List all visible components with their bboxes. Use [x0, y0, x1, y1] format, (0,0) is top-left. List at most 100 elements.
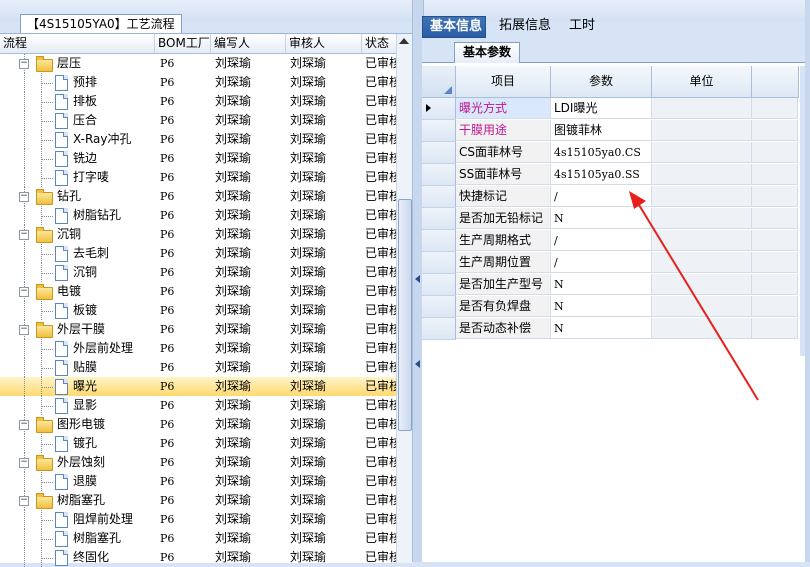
- param-unit-cell[interactable]: [652, 318, 752, 339]
- param-value-cell[interactable]: 4s15105ya0.CS: [551, 142, 652, 163]
- param-unit-cell[interactable]: [652, 230, 752, 251]
- tree-row[interactable]: − 外层干膜 P6 刘琛瑜 刘琛瑜 已审核: [0, 320, 396, 339]
- param-unit-cell[interactable]: [652, 98, 752, 119]
- header-reviewer[interactable]: 审核人: [286, 34, 362, 53]
- tree-row[interactable]: 打字唛 P6 刘琛瑜 刘琛瑜 已审核: [0, 168, 396, 187]
- param-name-cell[interactable]: SS面菲林号: [456, 164, 551, 185]
- param-value-cell[interactable]: 4s15105ya0.SS: [551, 164, 652, 185]
- param-name-cell[interactable]: 是否动态补偿: [456, 318, 551, 339]
- tree-row[interactable]: 贴膜 P6 刘琛瑜 刘琛瑜 已审核: [0, 358, 396, 377]
- tree-row[interactable]: 曝光 P6 刘琛瑜 刘琛瑜 已审核: [0, 377, 396, 396]
- tree-row[interactable]: 显影 P6 刘琛瑜 刘琛瑜 已审核: [0, 396, 396, 415]
- row-header[interactable]: [422, 208, 456, 230]
- param-value-cell[interactable]: /: [551, 186, 652, 207]
- row-header[interactable]: [422, 252, 456, 274]
- param-unit-cell[interactable]: [652, 208, 752, 229]
- param-row[interactable]: CS面菲林号 4s15105ya0.CS: [422, 142, 798, 164]
- collapse-icon[interactable]: −: [19, 420, 29, 430]
- collapse-icon[interactable]: −: [19, 496, 29, 506]
- grid-header-unit[interactable]: 单位: [652, 66, 752, 98]
- tree-row[interactable]: 退膜 P6 刘琛瑜 刘琛瑜 已审核: [0, 472, 396, 491]
- param-row[interactable]: 是否加无铅标记 N: [422, 208, 798, 230]
- param-name-cell[interactable]: 是否有负焊盘: [456, 296, 551, 317]
- tree-row[interactable]: − 树脂塞孔 P6 刘琛瑜 刘琛瑜 已审核: [0, 491, 396, 510]
- collapse-icon[interactable]: −: [19, 230, 29, 240]
- param-value-cell[interactable]: 图镀菲林: [551, 120, 652, 141]
- row-header[interactable]: [422, 186, 456, 208]
- header-process[interactable]: 流程: [0, 34, 155, 53]
- scroll-up-icon[interactable]: [399, 38, 409, 44]
- param-value-cell[interactable]: N: [551, 318, 652, 339]
- param-unit-cell[interactable]: [652, 186, 752, 207]
- param-unit-cell[interactable]: [652, 252, 752, 273]
- tree-row[interactable]: 树脂钻孔 P6 刘琛瑜 刘琛瑜 已审核: [0, 206, 396, 225]
- param-name-cell[interactable]: 曝光方式: [456, 98, 551, 119]
- param-name-cell[interactable]: CS面菲林号: [456, 142, 551, 163]
- tab-work-hours[interactable]: 工时: [562, 16, 604, 38]
- param-row[interactable]: 是否有负焊盘 N: [422, 296, 798, 318]
- header-bom-factory[interactable]: BOM工厂: [155, 34, 211, 53]
- collapse-icon[interactable]: −: [19, 458, 29, 468]
- param-name-cell[interactable]: 是否加无铅标记: [456, 208, 551, 229]
- grid-header-param[interactable]: 参数: [551, 66, 652, 98]
- tree-row[interactable]: 排板 P6 刘琛瑜 刘琛瑜 已审核: [0, 92, 396, 111]
- collapse-icon[interactable]: −: [19, 192, 29, 202]
- tree-row[interactable]: 外层前处理 P6 刘琛瑜 刘琛瑜 已审核: [0, 339, 396, 358]
- tree-row[interactable]: 沉铜 P6 刘琛瑜 刘琛瑜 已审核: [0, 263, 396, 282]
- row-header[interactable]: [422, 296, 456, 318]
- grid-corner[interactable]: [422, 66, 456, 98]
- param-unit-cell[interactable]: [652, 142, 752, 163]
- tree-row[interactable]: 去毛刺 P6 刘琛瑜 刘琛瑜 已审核: [0, 244, 396, 263]
- param-value-cell[interactable]: /: [551, 252, 652, 273]
- param-row[interactable]: 是否动态补偿 N: [422, 318, 798, 340]
- tree-row[interactable]: 终固化 P6 刘琛瑜 刘琛瑜 已审核: [0, 548, 396, 567]
- row-header[interactable]: [422, 274, 456, 296]
- tree-row[interactable]: − 钻孔 P6 刘琛瑜 刘琛瑜 已审核: [0, 187, 396, 206]
- tree-row[interactable]: − 沉铜 P6 刘琛瑜 刘琛瑜 已审核: [0, 225, 396, 244]
- tree-row[interactable]: − 外层蚀刻 P6 刘琛瑜 刘琛瑜 已审核: [0, 453, 396, 472]
- param-name-cell[interactable]: 生产周期位置: [456, 252, 551, 273]
- collapse-icon[interactable]: −: [19, 287, 29, 297]
- param-value-cell[interactable]: N: [551, 296, 652, 317]
- tree-row[interactable]: 压合 P6 刘琛瑜 刘琛瑜 已审核: [0, 111, 396, 130]
- param-unit-cell[interactable]: [652, 120, 752, 141]
- row-header[interactable]: [422, 98, 456, 120]
- tree-row[interactable]: 树脂塞孔 P6 刘琛瑜 刘琛瑜 已审核: [0, 529, 396, 548]
- param-unit-cell[interactable]: [652, 296, 752, 317]
- param-row[interactable]: 是否加生产型号 N: [422, 274, 798, 296]
- grid-header-item[interactable]: 项目: [456, 66, 551, 98]
- param-unit-cell[interactable]: [652, 274, 752, 295]
- param-value-cell[interactable]: LDI曝光: [551, 98, 652, 119]
- param-unit-cell[interactable]: [652, 164, 752, 185]
- param-value-cell[interactable]: /: [551, 230, 652, 251]
- collapse-icon[interactable]: −: [19, 59, 29, 69]
- param-row[interactable]: 生产周期位置 /: [422, 252, 798, 274]
- row-header[interactable]: [422, 318, 456, 340]
- param-row[interactable]: SS面菲林号 4s15105ya0.SS: [422, 164, 798, 186]
- param-value-cell[interactable]: N: [551, 208, 652, 229]
- tab-basic-params[interactable]: 基本参数: [454, 42, 521, 63]
- row-header[interactable]: [422, 230, 456, 252]
- param-name-cell[interactable]: 是否加生产型号: [456, 274, 551, 295]
- row-header[interactable]: [422, 164, 456, 186]
- tree-row[interactable]: 阻焊前处理 P6 刘琛瑜 刘琛瑜 已审核: [0, 510, 396, 529]
- param-name-cell[interactable]: 快捷标记: [456, 186, 551, 207]
- tree-row[interactable]: X-Ray冲孔 P6 刘琛瑜 刘琛瑜 已审核: [0, 130, 396, 149]
- collapse-left-icon-2[interactable]: [415, 360, 420, 368]
- tree-scrollbar[interactable]: [396, 34, 413, 563]
- header-author[interactable]: 编写人: [211, 34, 286, 53]
- tree-row[interactable]: 铣边 P6 刘琛瑜 刘琛瑜 已审核: [0, 149, 396, 168]
- row-header[interactable]: [422, 142, 456, 164]
- tree-row[interactable]: 预排 P6 刘琛瑜 刘琛瑜 已审核: [0, 73, 396, 92]
- scroll-thumb[interactable]: [398, 199, 412, 431]
- collapse-icon[interactable]: −: [19, 325, 29, 335]
- tree-row[interactable]: 板镀 P6 刘琛瑜 刘琛瑜 已审核: [0, 301, 396, 320]
- tab-extended-info[interactable]: 拓展信息: [492, 16, 558, 38]
- param-value-cell[interactable]: N: [551, 274, 652, 295]
- param-row[interactable]: 曝光方式 LDI曝光: [422, 98, 798, 120]
- param-row[interactable]: 生产周期格式 /: [422, 230, 798, 252]
- tree-row[interactable]: 镀孔 P6 刘琛瑜 刘琛瑜 已审核: [0, 434, 396, 453]
- param-row[interactable]: 快捷标记 /: [422, 186, 798, 208]
- tree-row[interactable]: − 层压 P6 刘琛瑜 刘琛瑜 已审核: [0, 54, 396, 73]
- param-name-cell[interactable]: 生产周期格式: [456, 230, 551, 251]
